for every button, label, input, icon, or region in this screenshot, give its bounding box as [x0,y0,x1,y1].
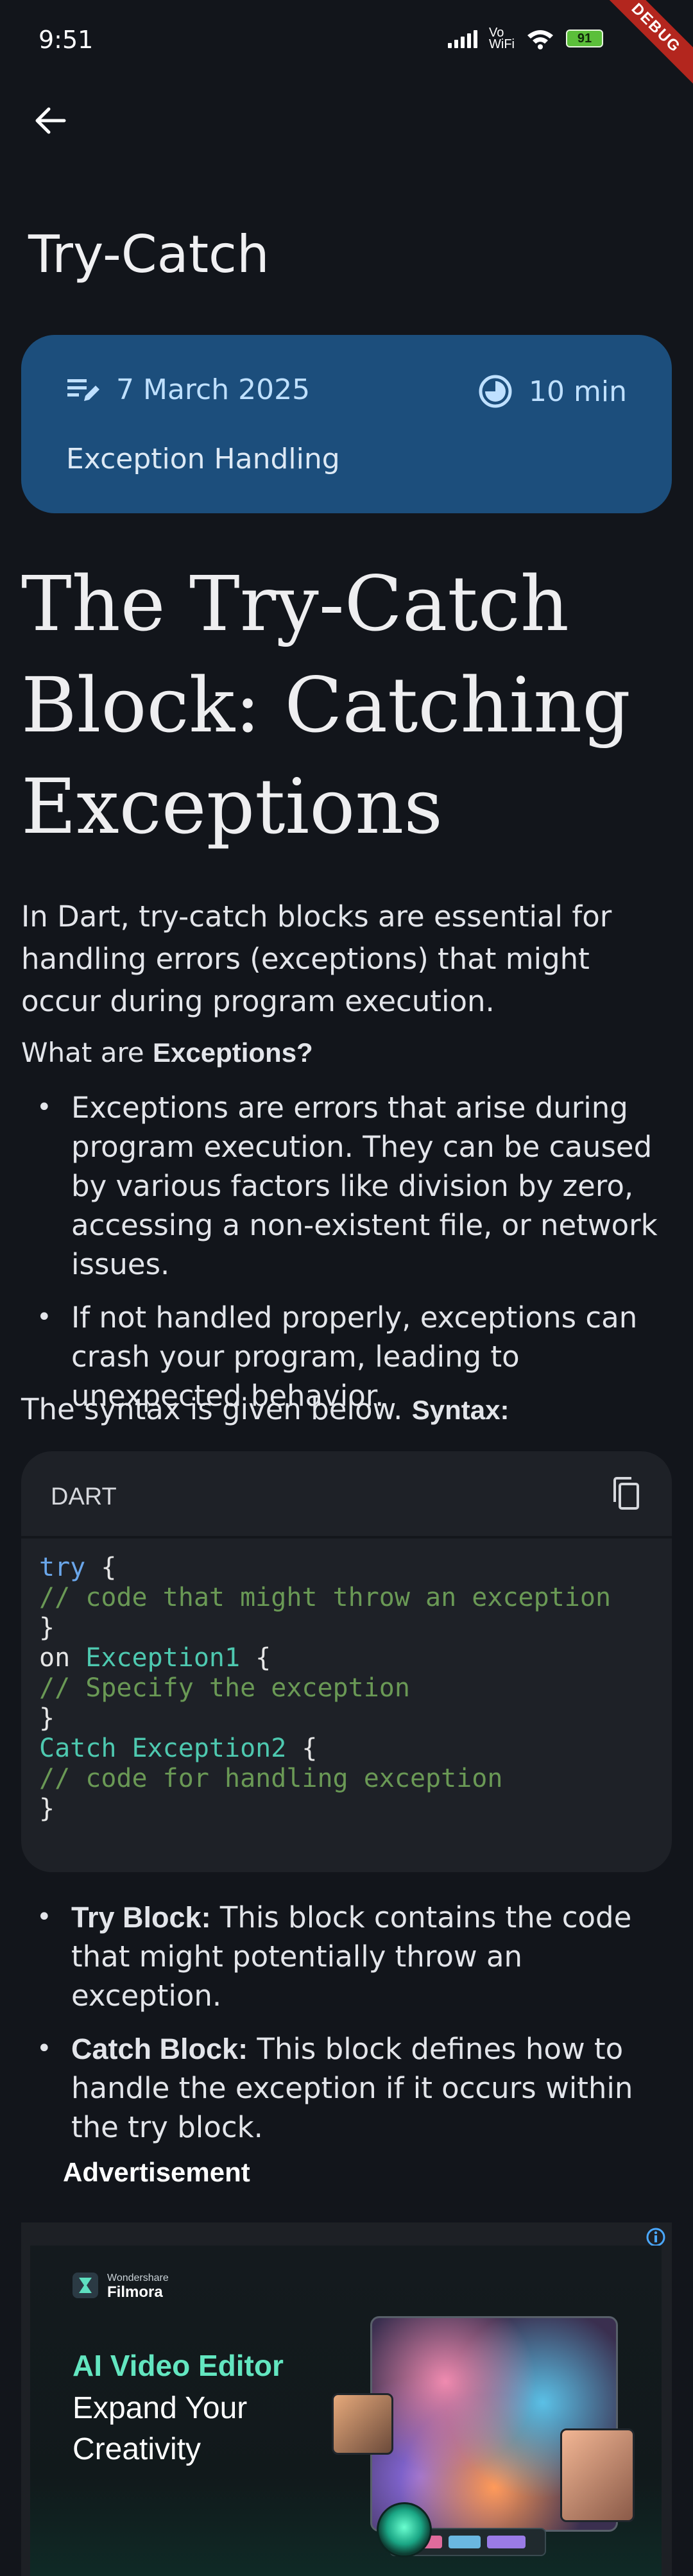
code-language: DART [51,1483,117,1510]
code-token: { [85,1553,117,1582]
ad-banner[interactable]: Wondershare Filmora AI Video Editor Expa… [30,2246,662,2576]
ad-mascot-icon [377,2502,432,2557]
code-token: } [39,1613,55,1642]
clock-icon [479,375,512,408]
exception-bullets: • Exceptions are errors that arise durin… [21,1088,672,1429]
code-token: // Specify the exception [39,1673,410,1703]
advertisement-label: Advertisement [63,2157,250,2187]
code-line: // Specify the exception [39,1673,654,1703]
ad-headline: AI Video Editor [73,2349,284,2382]
code-line: } [39,1703,654,1734]
list-item: • Exceptions are errors that arise durin… [21,1088,672,1284]
list-item: • Try Block: This block contains the cod… [21,1898,672,2015]
code-token: Exception1 [85,1643,241,1673]
syntax-prefix: The syntax is given below. [21,1392,412,1426]
code-line: Catch Exception2 { [39,1734,654,1764]
definition-term: Try Block: [71,1901,211,1934]
question-bold: Exceptions? [152,1037,313,1068]
article-heading: The Try-Catch Block: Catching Exceptions [21,559,631,851]
copy-button[interactable] [605,1473,646,1514]
meta-category: Exception Handling [66,443,340,475]
code-token: on [39,1643,86,1673]
back-button[interactable] [26,96,74,145]
copy-icon [613,1477,639,1510]
debug-banner: DEBUG [592,0,693,92]
bullet-dot: • [37,1902,52,1932]
question-line: What are Exceptions? [21,1037,313,1068]
ad-subline: Expand Your Creativity [73,2391,248,2466]
code-line: // code for handling exception [39,1764,654,1794]
code-body: try {// code that might throw an excepti… [21,1539,672,1824]
bullet-dot: • [37,1093,52,1122]
filmora-logo-icon [73,2273,98,2298]
code-header: DART [21,1451,672,1539]
ad-brand-text: Wondershare Filmora [107,2271,169,2301]
meta-read-time: 10 min [477,373,627,409]
ad-thumbnail [332,2393,393,2455]
code-block: DART try {// code that might throw an ex… [21,1451,672,1872]
status-bar: 9:51 Vo WiFi 91 DEBUG [0,0,693,92]
meta-date-text: 7 March 2025 [116,373,311,406]
code-token: Catch Exception2 [39,1734,287,1763]
meta-read-time-text: 10 min [529,375,627,408]
list-item: • Catch Block: This block defines how to… [21,2029,672,2147]
definition-term: Catch Block: [71,2033,248,2065]
code-token: { [286,1734,318,1763]
definition-bullets: • Try Block: This block contains the cod… [21,1898,672,2161]
info-icon [646,2228,665,2247]
code-line: } [39,1613,654,1643]
article-meta-card: 7 March 2025 10 min Exception Handling [21,335,672,513]
code-line: } [39,1794,654,1824]
article-intro: In Dart, try-catch blocks are essential … [21,900,612,1018]
wifi-icon [527,30,553,49]
page-title: Try-Catch [28,225,270,284]
bullet-dot: • [37,2034,52,2063]
advertisement-frame[interactable]: Wondershare Filmora AI Video Editor Expa… [21,2222,672,2576]
vowifi-icon: Vo WiFi [489,26,515,51]
code-line: // code that might throw an exception [39,1583,654,1613]
battery-icon: 91 [566,30,603,47]
code-token: } [39,1794,55,1823]
code-token: try [39,1553,86,1582]
code-line: try { [39,1553,654,1583]
code-token: // code for handling exception [39,1764,503,1793]
code-token: // code that might throw an exception [39,1583,612,1612]
question-prefix: What are [21,1037,153,1068]
code-token: } [39,1703,55,1733]
syntax-line: The syntax is given below. Syntax: [21,1392,509,1426]
arrow-left-icon [35,107,66,134]
ad-brand-name: Filmora [107,2283,163,2301]
ad-info-button[interactable] [645,2226,667,2248]
syntax-bold: Syntax: [411,1395,509,1425]
ad-thumbnail [560,2428,635,2522]
bullet-dot: • [37,1302,52,1332]
edit-notes-icon [67,379,99,401]
code-line: on Exception1 { [39,1643,654,1673]
meta-date: 7 March 2025 [66,373,310,406]
signal-icon [448,29,478,48]
code-token: { [240,1643,271,1673]
status-time: 9:51 [38,26,94,54]
ad-brand: Wondershare Filmora [73,2271,169,2301]
status-icons: Vo WiFi 91 [448,26,603,51]
